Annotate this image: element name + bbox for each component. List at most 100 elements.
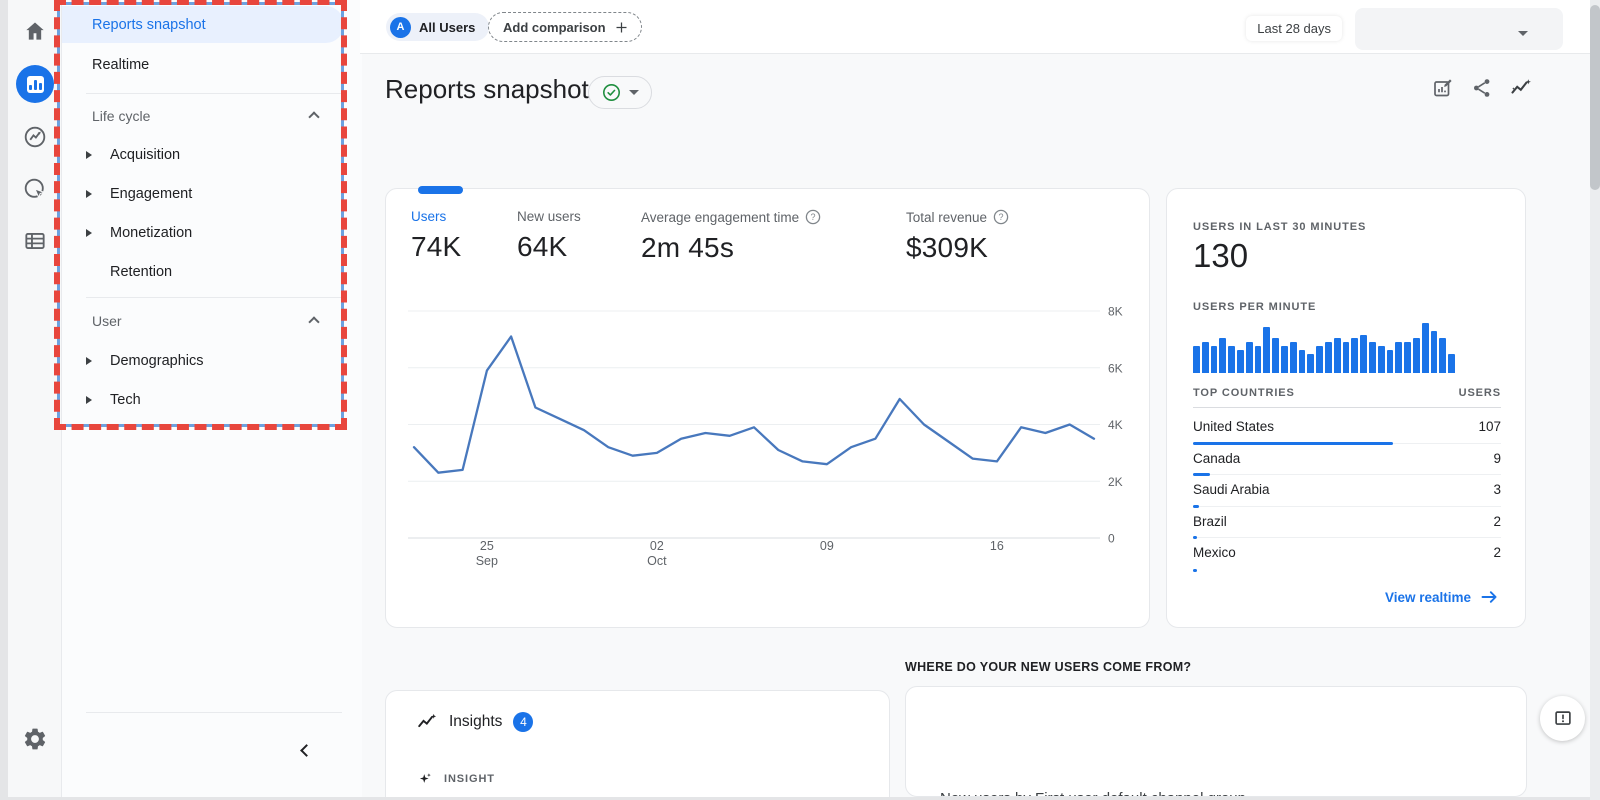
feedback-icon: [1552, 708, 1574, 730]
nav-item-acquisition[interactable]: Acquisition: [62, 136, 344, 173]
new-users-card: New users by First user default channel …: [905, 686, 1527, 797]
nav-item-label: Monetization: [110, 225, 192, 241]
nav-section-life-cycle[interactable]: Life cycle: [62, 99, 344, 133]
minute-bar: [1325, 342, 1332, 373]
minute-bar: [1307, 354, 1314, 373]
date-range-selector[interactable]: Last 28 days: [1246, 16, 1342, 41]
svg-text:02: 02: [650, 539, 664, 553]
explore-icon[interactable]: [22, 124, 48, 150]
metric-tab-users[interactable]: Users 74K: [411, 209, 461, 263]
insight-section-row: INSIGHT: [418, 771, 495, 786]
insights-header: Insights 4: [416, 711, 533, 733]
nav-divider: [86, 93, 342, 94]
nav-item-engagement[interactable]: Engagement: [62, 175, 344, 212]
users-per-minute-bar-chart: [1193, 323, 1455, 373]
metric-tab-avg-engagement-time[interactable]: Average engagement time ? 2m 45s: [641, 209, 821, 264]
collapse-nav-button[interactable]: [292, 736, 320, 764]
insights-sparkline-icon[interactable]: [1509, 76, 1533, 100]
insights-card: Insights 4 INSIGHT: [385, 690, 890, 797]
metric-tab-total-revenue[interactable]: Total revenue ? $309K: [906, 209, 1009, 264]
country-users: 3: [1493, 482, 1501, 497]
expand-triangle-icon: [86, 357, 92, 365]
country-name: Saudi Arabia: [1193, 482, 1270, 497]
users-per-minute-label: USERS PER MINUTE: [1193, 301, 1316, 313]
users-line-chart: 8K6K4K2K025Sep02Oct0916: [408, 299, 1138, 569]
add-comparison-button[interactable]: Add comparison: [488, 12, 642, 42]
help-icon[interactable]: ?: [805, 209, 821, 225]
minute-bar: [1219, 338, 1226, 373]
active-metric-tab-indicator: [418, 186, 463, 194]
minute-bar: [1351, 338, 1358, 373]
reports-barchart-glyph: [27, 76, 44, 93]
nav-item-demographics[interactable]: Demographics: [62, 342, 344, 379]
minute-bar: [1272, 338, 1279, 373]
minute-bar: [1263, 327, 1270, 373]
insights-sparkline-icon: [416, 711, 438, 733]
svg-text:?: ?: [999, 212, 1004, 222]
realtime-card: USERS IN LAST 30 MINUTES 130 USERS PER M…: [1166, 188, 1526, 628]
chevron-up-icon: [308, 111, 319, 122]
nav-item-reports-snapshot[interactable]: Reports snapshot: [62, 6, 344, 43]
nav-item-label: Demographics: [110, 353, 204, 369]
minute-bar: [1228, 346, 1235, 373]
metric-value: 74K: [411, 231, 461, 263]
country-row: Canada 9: [1193, 444, 1501, 476]
minute-bar: [1439, 338, 1446, 373]
nav-item-label: Realtime: [92, 57, 149, 73]
nav-item-tech[interactable]: Tech: [62, 381, 344, 418]
minute-bar: [1193, 346, 1200, 373]
home-icon[interactable]: [22, 18, 48, 44]
metric-tab-new-users[interactable]: New users 64K: [517, 209, 581, 263]
library-icon[interactable]: [22, 228, 48, 254]
minute-bar: [1237, 350, 1244, 373]
country-row: Mexico 2: [1193, 538, 1501, 570]
check-circle-icon: [601, 82, 622, 103]
expand-triangle-icon: [86, 229, 92, 237]
minute-bar: [1378, 346, 1385, 373]
share-icon[interactable]: [1470, 76, 1494, 100]
nav-item-retention[interactable]: Retention: [62, 253, 344, 290]
customize-report-icon[interactable]: [1431, 76, 1455, 100]
country-name: Brazil: [1193, 514, 1227, 529]
scrollbar-thumb[interactable]: [1590, 5, 1600, 190]
minute-bar: [1211, 346, 1218, 373]
nav-section-label: Life cycle: [92, 108, 150, 124]
feedback-button[interactable]: [1540, 696, 1585, 741]
advertising-icon[interactable]: [22, 176, 48, 202]
page-title: Reports snapshot: [385, 74, 589, 105]
minute-bar: [1281, 346, 1288, 373]
nav-section-label: User: [92, 313, 122, 329]
minute-bar: [1431, 331, 1438, 373]
users-30min-label: USERS IN LAST 30 MINUTES: [1193, 221, 1366, 233]
minute-bar: [1360, 335, 1367, 373]
app-icon-rail: [8, 0, 62, 797]
nav-item-realtime[interactable]: Realtime: [62, 46, 344, 83]
expand-triangle-icon: [86, 151, 92, 159]
users-overview-card: Users 74K New users 64K Average engageme…: [385, 188, 1150, 628]
date-range-caret-icon[interactable]: [1518, 31, 1528, 36]
top-countries-label: TOP COUNTRIES: [1193, 387, 1295, 399]
top-countries-table: United States 107 Canada 9 Saudi Arabia …: [1193, 412, 1501, 570]
svg-text:16: 16: [990, 539, 1004, 553]
country-row: United States 107: [1193, 412, 1501, 444]
expand-triangle-icon: [86, 396, 92, 404]
nav-section-user[interactable]: User: [62, 304, 344, 338]
minute-bar: [1255, 346, 1262, 373]
help-icon[interactable]: ?: [993, 209, 1009, 225]
reports-icon[interactable]: [16, 65, 54, 103]
minute-bar: [1299, 350, 1306, 373]
country-name: Mexico: [1193, 545, 1236, 560]
expand-triangle-icon: [86, 190, 92, 198]
audience-chip-all-users[interactable]: A All Users: [386, 13, 489, 41]
nav-item-label: Reports snapshot: [92, 17, 206, 33]
country-row: Brazil 2: [1193, 507, 1501, 539]
country-row: Saudi Arabia 3: [1193, 475, 1501, 507]
view-realtime-link[interactable]: View realtime: [1385, 589, 1499, 605]
report-status-dropdown[interactable]: [588, 76, 652, 109]
metric-label: New users: [517, 209, 581, 224]
nav-item-monetization[interactable]: Monetization: [62, 214, 344, 251]
metric-label: Users: [411, 209, 446, 224]
admin-gear-icon[interactable]: [22, 726, 48, 752]
svg-text:?: ?: [811, 212, 816, 222]
svg-text:25: 25: [480, 539, 494, 553]
